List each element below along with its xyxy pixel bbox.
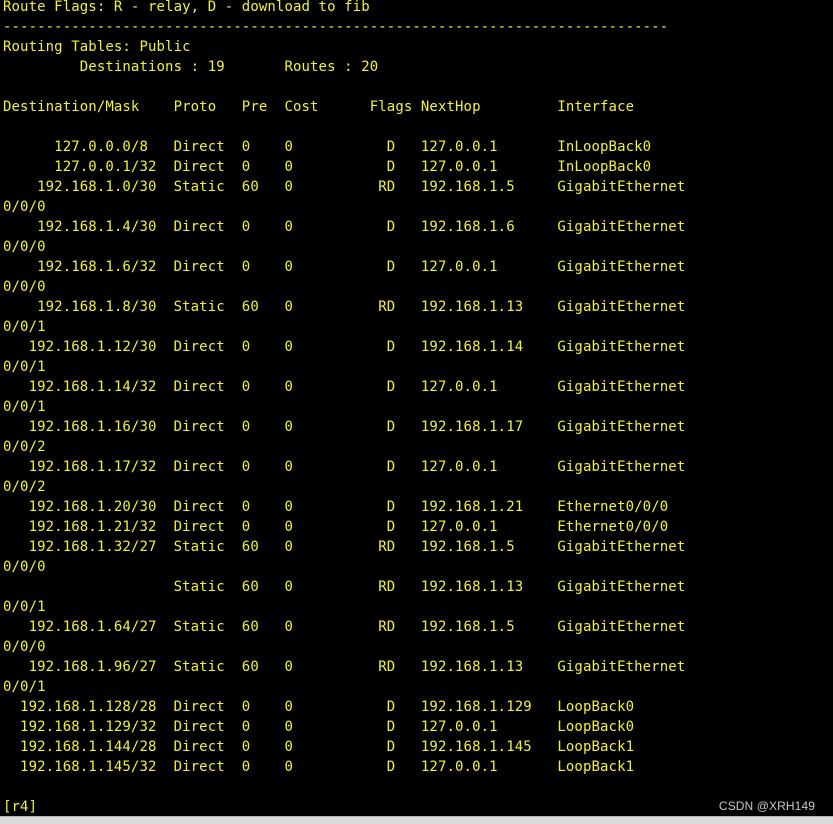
route-row: 127.0.0.1/32 Direct 0 0 D 127.0.0.1 InLo… bbox=[3, 159, 652, 175]
route-row: 192.168.1.8/30 Static 60 0 RD 192.168.1.… bbox=[3, 299, 686, 315]
table-header: Destination/Mask Proto Pre Cost Flags Ne… bbox=[3, 99, 635, 115]
route-row: 192.168.1.0/30 Static 60 0 RD 192.168.1.… bbox=[3, 179, 686, 195]
route-row-wrap: 0/0/1 bbox=[3, 399, 46, 415]
route-row: 192.168.1.96/27 Static 60 0 RD 192.168.1… bbox=[3, 659, 686, 675]
route-row-wrap: 0/0/0 bbox=[3, 559, 46, 575]
route-row: Static 60 0 RD 192.168.1.13 GigabitEther… bbox=[3, 579, 686, 595]
route-row-wrap: 0/0/2 bbox=[3, 439, 46, 455]
route-row: 192.168.1.14/32 Direct 0 0 D 127.0.0.1 G… bbox=[3, 379, 686, 395]
route-row: 192.168.1.12/30 Direct 0 0 D 192.168.1.1… bbox=[3, 339, 686, 355]
route-row-wrap: 0/0/1 bbox=[3, 599, 46, 615]
route-row-wrap: 0/0/1 bbox=[3, 679, 46, 695]
command-prompt[interactable]: [r4] bbox=[3, 797, 37, 816]
route-row: 192.168.1.16/30 Direct 0 0 D 192.168.1.1… bbox=[3, 419, 686, 435]
route-row-wrap: 0/0/1 bbox=[3, 319, 46, 335]
routing-tables-title: Routing Tables: Public bbox=[3, 39, 191, 55]
terminal-output[interactable]: Route Flags: R - relay, D - download to … bbox=[0, 0, 833, 816]
route-row: 192.168.1.144/28 Direct 0 0 D 192.168.1.… bbox=[3, 739, 635, 755]
route-row: 192.168.1.129/32 Direct 0 0 D 127.0.0.1 … bbox=[3, 719, 635, 735]
route-row: 192.168.1.21/32 Direct 0 0 D 127.0.0.1 E… bbox=[3, 519, 669, 535]
route-row: 192.168.1.4/30 Direct 0 0 D 192.168.1.6 … bbox=[3, 219, 686, 235]
route-row-wrap: 0/0/2 bbox=[3, 479, 46, 495]
route-row: 192.168.1.17/32 Direct 0 0 D 127.0.0.1 G… bbox=[3, 459, 686, 475]
route-row-wrap: 0/0/0 bbox=[3, 239, 46, 255]
route-row: 127.0.0.0/8 Direct 0 0 D 127.0.0.1 InLoo… bbox=[3, 139, 652, 155]
route-row: 192.168.1.128/28 Direct 0 0 D 192.168.1.… bbox=[3, 699, 635, 715]
route-row-wrap: 0/0/0 bbox=[3, 199, 46, 215]
route-row: 192.168.1.32/27 Static 60 0 RD 192.168.1… bbox=[3, 539, 686, 555]
route-row-wrap: 0/0/0 bbox=[3, 639, 46, 655]
separator-line: ----------------------------------------… bbox=[3, 19, 669, 35]
route-row: 192.168.1.145/32 Direct 0 0 D 127.0.0.1 … bbox=[3, 759, 635, 775]
route-row: 192.168.1.20/30 Direct 0 0 D 192.168.1.2… bbox=[3, 499, 669, 515]
csdn-watermark: CSDN @XRH149 bbox=[718, 799, 815, 813]
route-flags-legend: Route Flags: R - relay, D - download to … bbox=[3, 0, 370, 15]
destinations-summary: Destinations : 19 Routes : 20 bbox=[3, 59, 379, 75]
route-row-wrap: 0/0/0 bbox=[3, 279, 46, 295]
route-row: 192.168.1.6/32 Direct 0 0 D 127.0.0.1 Gi… bbox=[3, 259, 686, 275]
route-row: 192.168.1.64/27 Static 60 0 RD 192.168.1… bbox=[3, 619, 686, 635]
route-row-wrap: 0/0/1 bbox=[3, 359, 46, 375]
